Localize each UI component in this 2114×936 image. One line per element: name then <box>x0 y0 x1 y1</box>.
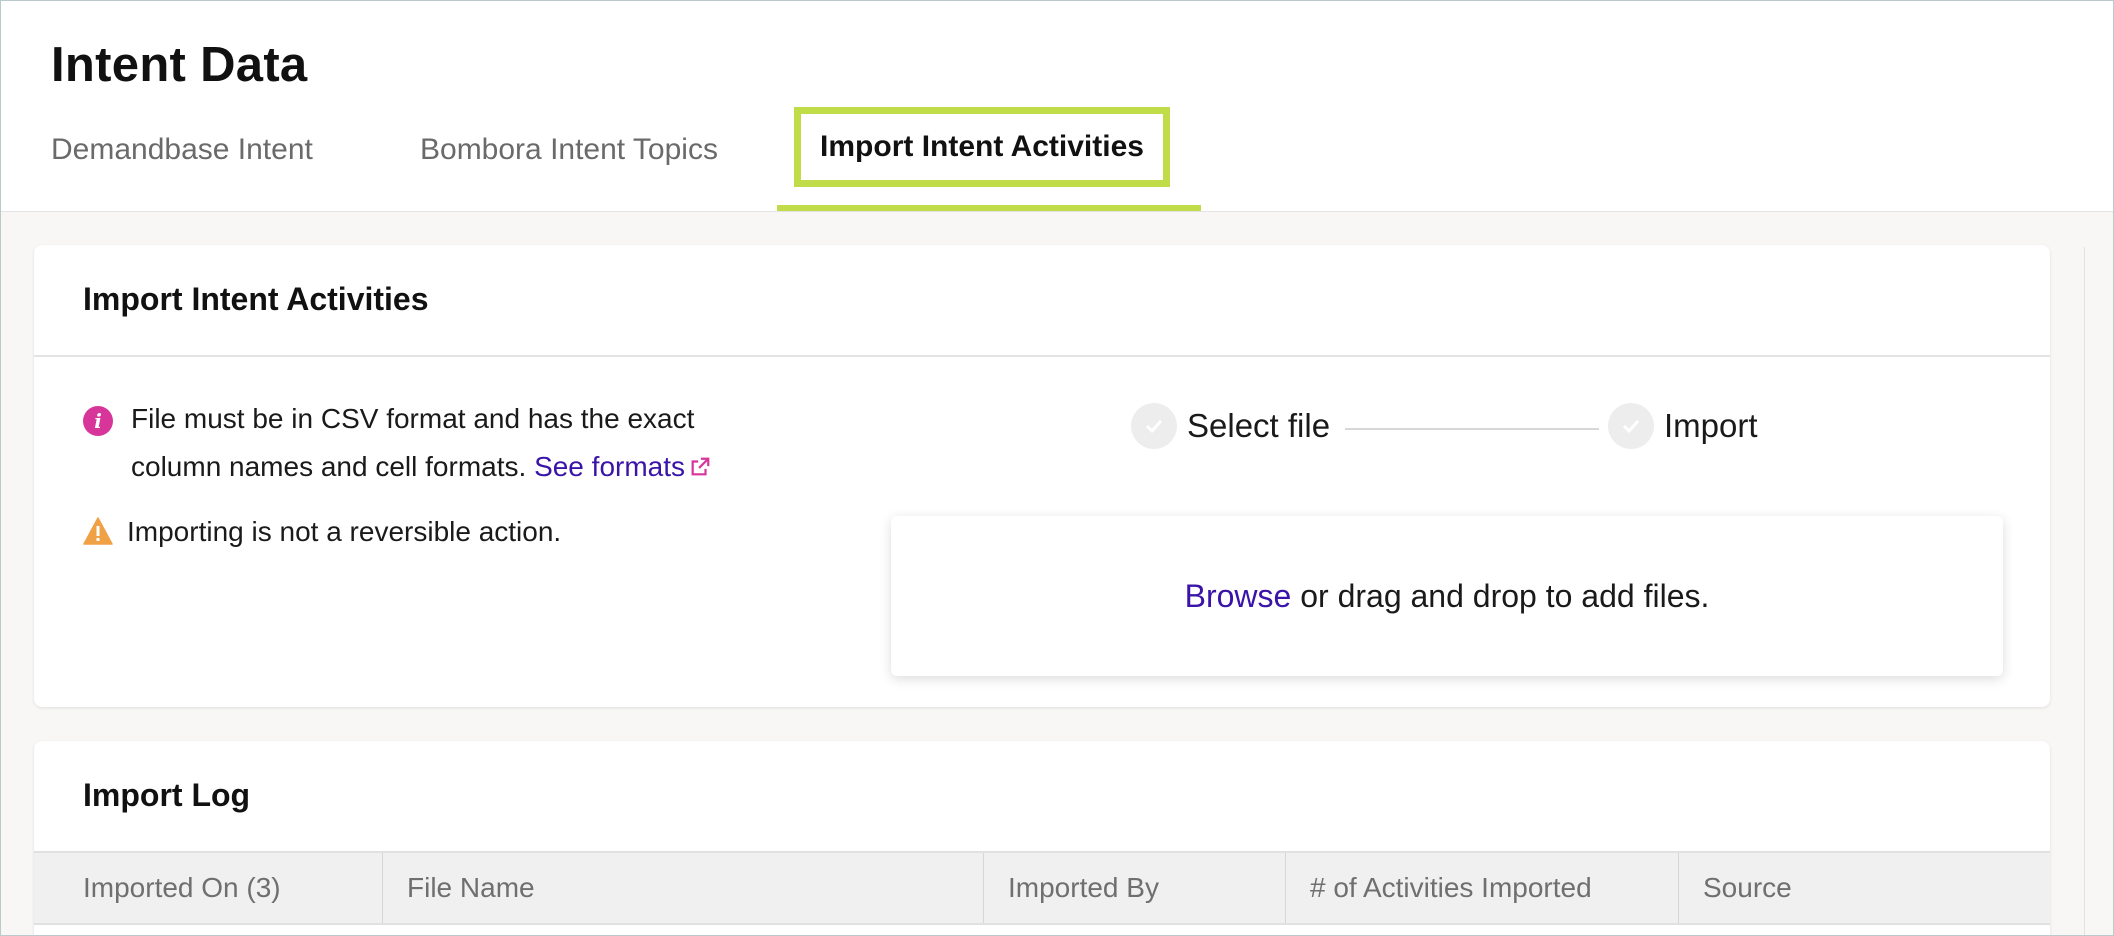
tab-import-intent-activities[interactable]: Import Intent Activities <box>777 107 1201 211</box>
import-card-title: Import Intent Activities <box>83 281 429 317</box>
dropzone-instruction: or drag and drop to add files. <box>1300 577 1710 614</box>
tab-demandbase-intent[interactable]: Demandbase Intent <box>51 133 313 167</box>
column-imported-on[interactable]: Imported On (3) <box>34 853 382 923</box>
warning-text: Importing is not a reversible action. <box>127 516 562 547</box>
column-file-name[interactable]: File Name <box>382 853 983 923</box>
column-activities-imported[interactable]: # of Activities Imported <box>1285 853 1678 923</box>
csv-format-info-text: File must be in CSV format and has the e… <box>131 395 771 491</box>
check-icon <box>1131 403 1177 449</box>
import-log-table-header: Imported On (3) File Name Imported By # … <box>34 851 2050 925</box>
tab-underline <box>777 205 1201 211</box>
import-log-title: Import Log <box>83 777 251 813</box>
file-dropzone[interactable]: Browse or drag and drop to add files. <box>891 516 2003 676</box>
csv-format-info: i File must be in CSV format and has the… <box>83 403 771 491</box>
import-log-header: Import Log <box>34 741 2050 851</box>
step-import: Import <box>1608 403 1758 449</box>
import-card-header: Import Intent Activities <box>34 245 2050 357</box>
page-header: Intent Data Demandbase Intent Bombora In… <box>1 1 2113 212</box>
browse-link[interactable]: Browse <box>1185 578 1292 614</box>
see-formats-label: See formats <box>534 451 686 482</box>
check-icon <box>1608 403 1654 449</box>
warning-icon <box>83 517 113 545</box>
step-label: Select file <box>1187 407 1331 444</box>
info-icon: i <box>83 406 113 436</box>
reversible-warning: Importing is not a reversible action. <box>83 515 561 549</box>
step-label: Import <box>1664 407 1758 444</box>
app-window: Intent Data Demandbase Intent Bombora In… <box>0 0 2114 936</box>
tab-bombora-intent-topics[interactable]: Bombora Intent Topics <box>420 133 718 167</box>
external-link-icon <box>691 457 710 476</box>
dropzone-text: Browse or drag and drop to add files. <box>1185 578 1710 615</box>
scrollbar-track[interactable] <box>2084 247 2085 935</box>
column-source[interactable]: Source <box>1678 853 2050 923</box>
tab-active-highlight: Import Intent Activities <box>794 107 1170 187</box>
tab-active-label: Import Intent Activities <box>820 130 1144 163</box>
see-formats-link[interactable]: See formats <box>534 451 711 482</box>
step-connector <box>1345 428 1599 430</box>
import-log-card: Import Log Imported On (3) File Name Imp… <box>34 741 2050 935</box>
column-imported-by[interactable]: Imported By <box>983 853 1285 923</box>
page-title: Intent Data <box>51 38 308 92</box>
step-select-file: Select file <box>1131 403 1330 449</box>
